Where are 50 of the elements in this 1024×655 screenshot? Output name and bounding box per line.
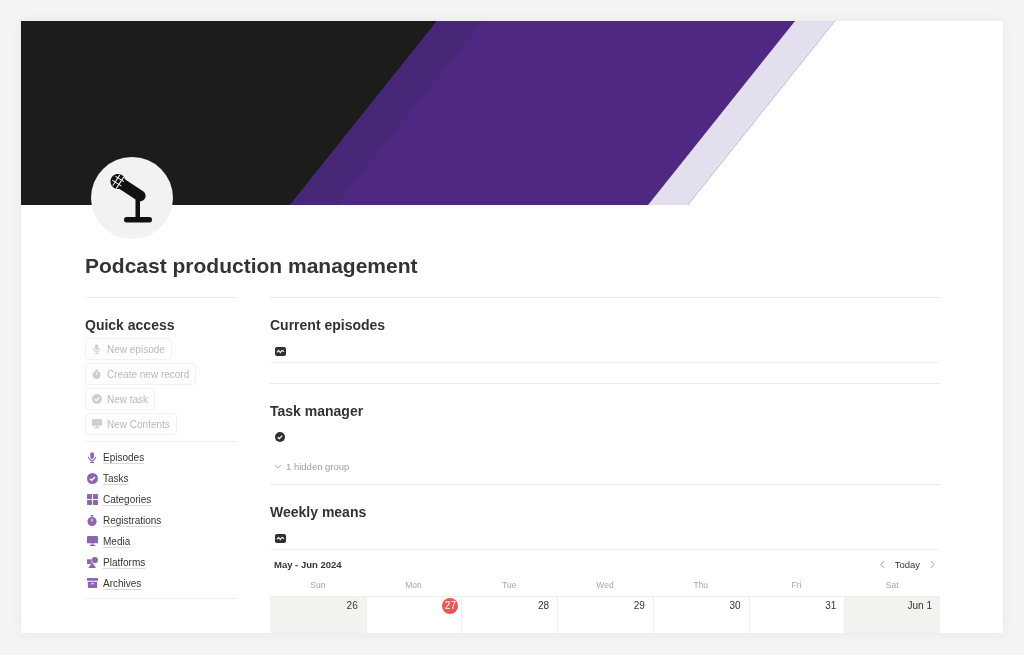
stopwatch-icon (87, 515, 98, 526)
section-title: Task manager (270, 402, 365, 420)
check-circle-icon[interactable] (275, 432, 285, 442)
archive-box-icon (87, 578, 98, 589)
sidebar-link[interactable]: Tasks (85, 468, 129, 489)
weekday-label: Sat (885, 580, 899, 590)
shapes-icon (87, 557, 98, 568)
day-number: 30 (728, 599, 742, 613)
wave-tile-icon[interactable] (275, 346, 286, 356)
chevron-down-icon (274, 463, 282, 469)
day-number: Jun 1 (906, 599, 933, 613)
calendar-day-cell[interactable]: 26 (270, 596, 366, 633)
day-number: 28 (537, 599, 551, 613)
monitor-icon (92, 419, 102, 429)
calendar-day-cell[interactable]: 31 (748, 596, 845, 633)
wave-tile-icon[interactable] (275, 533, 286, 543)
microphone-icon (93, 344, 101, 354)
grid-icon (87, 494, 98, 505)
microphone-icon (91, 157, 173, 239)
weekday-label: Tue (502, 580, 517, 590)
weekday-label: Fri (791, 580, 802, 590)
day-number: 31 (824, 599, 838, 613)
stopwatch-icon (92, 369, 102, 379)
check-circle-icon (87, 473, 98, 484)
weekday-label: Sun (310, 580, 326, 590)
day-number: 27 (442, 598, 459, 614)
section-title: Current episodes (270, 316, 387, 334)
calendar-day-cell[interactable]: 28 (461, 596, 558, 633)
sidebar-link[interactable]: Episodes (85, 447, 145, 468)
weekday-label: Thu (693, 580, 709, 590)
day-number: 26 (345, 599, 359, 613)
check-circle-icon (92, 394, 102, 404)
section-title: Weekly means (270, 503, 368, 521)
calendar-day-cell[interactable]: Jun 1 (844, 596, 940, 633)
today-button[interactable]: Today (892, 558, 922, 570)
sidebar-title: Quick access (85, 316, 176, 334)
microphone-icon (88, 452, 97, 463)
sidebar-link[interactable]: Categories (85, 489, 152, 510)
calendar-day-cell[interactable]: 29 (557, 596, 653, 633)
page-title: Podcast production management (85, 254, 419, 278)
calendar-day-cell[interactable]: 30 (652, 596, 749, 633)
sidebar-link[interactable]: Platforms (85, 552, 146, 573)
calendar-range: May - Jun 2024 (274, 558, 342, 570)
weekday-label: Wed (596, 580, 614, 590)
sidebar-link[interactable]: Archives (85, 573, 142, 594)
sidebar-link[interactable]: Media (85, 531, 131, 552)
day-number: 29 (632, 599, 646, 613)
monitor-icon (87, 536, 98, 547)
weekday-label: Mon (405, 580, 422, 590)
sidebar-link[interactable]: Registrations (85, 510, 162, 531)
